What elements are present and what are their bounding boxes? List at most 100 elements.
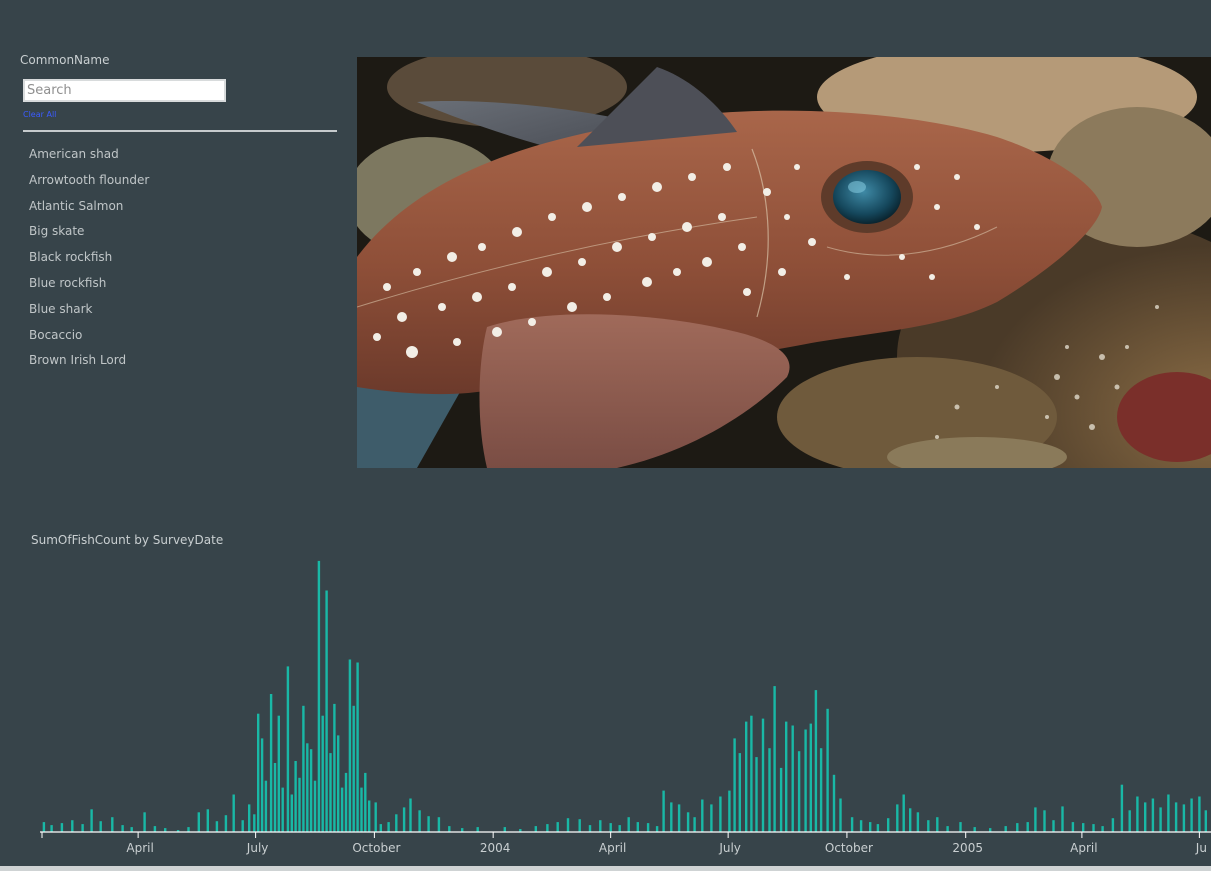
bar[interactable] [379,824,382,832]
bar[interactable] [1120,784,1124,832]
bar[interactable] [294,761,297,832]
bar[interactable] [409,798,412,833]
list-item[interactable]: American shad [29,145,149,171]
bar[interactable] [745,721,748,832]
bar[interactable] [1101,826,1104,832]
bar[interactable] [869,822,872,832]
list-item[interactable]: Brown Irish Lord [29,351,149,377]
bar[interactable] [1016,823,1019,832]
bar[interactable] [224,815,228,832]
bar[interactable] [814,690,818,832]
list-item[interactable]: Blue rockfish [29,274,149,300]
bar[interactable] [761,718,765,832]
bar[interactable] [1111,818,1115,832]
bar[interactable] [340,787,344,832]
bar[interactable] [662,790,665,832]
bar[interactable] [344,772,348,832]
bar[interactable] [785,721,788,832]
bar[interactable] [1159,807,1162,832]
bar[interactable] [503,827,506,832]
bar[interactable] [1128,810,1131,832]
bar[interactable] [599,820,602,832]
bar[interactable] [738,753,741,832]
list-item[interactable]: Bocaccio [29,326,149,352]
bar[interactable] [368,800,371,833]
bar[interactable] [71,820,74,832]
bar[interactable] [360,787,363,832]
bar[interactable] [418,810,421,832]
bar[interactable] [337,735,340,832]
bar[interactable] [710,804,713,832]
list-item[interactable]: Black rockfish [29,248,149,274]
bar[interactable] [448,826,451,832]
bar[interactable] [768,748,771,832]
bar[interactable] [309,749,313,832]
bar[interactable] [832,774,836,832]
bar[interactable] [826,708,829,832]
bar[interactable] [313,780,317,832]
bar[interactable] [578,819,581,832]
bar[interactable] [437,817,441,832]
bar[interactable] [646,823,650,832]
bar[interactable] [121,825,124,832]
bar[interactable] [333,703,336,832]
bar[interactable] [556,822,559,832]
bar[interactable] [264,780,268,832]
bar[interactable] [1043,810,1046,832]
bar[interactable] [153,826,157,832]
bar[interactable] [1026,822,1029,832]
bar[interactable] [779,767,783,832]
bar[interactable] [850,817,854,832]
bar[interactable] [277,715,280,832]
bar[interactable] [1198,796,1201,833]
bar[interactable] [248,804,251,832]
bar[interactable] [387,822,390,832]
bar[interactable] [241,820,244,832]
bar[interactable] [677,804,681,832]
bar[interactable] [701,799,704,833]
bar[interactable] [686,812,690,832]
bar[interactable] [670,802,673,832]
bar[interactable] [1136,796,1139,833]
bar[interactable] [728,790,731,832]
bar[interactable] [352,705,355,832]
bar[interactable] [206,809,209,832]
bar[interactable] [286,666,290,832]
bar[interactable] [269,694,273,832]
bar[interactable] [374,802,377,832]
bar[interactable] [302,705,305,832]
bar[interactable] [402,807,406,832]
bar[interactable] [1061,806,1064,832]
bar[interactable] [81,824,84,832]
bar[interactable] [356,662,359,833]
bar[interactable] [909,808,912,832]
list-item[interactable]: Blue shark [29,300,149,326]
bar[interactable] [1071,822,1075,832]
bar[interactable] [111,817,114,832]
bar[interactable] [60,823,64,832]
bar[interactable] [946,826,949,832]
clear-all-link[interactable]: Clear All [23,110,56,119]
bar[interactable] [773,686,776,832]
bar[interactable] [1144,802,1147,832]
bar[interactable] [566,818,570,832]
bar[interactable] [693,817,696,832]
bar[interactable] [588,825,592,832]
list-item[interactable]: Big skate [29,222,149,248]
bar[interactable] [797,751,801,832]
bar[interactable] [609,823,612,832]
bar[interactable] [90,809,93,832]
bar[interactable] [42,822,46,832]
bar[interactable] [534,826,537,832]
bar[interactable] [959,822,962,832]
bar[interactable] [476,827,479,832]
bar[interactable] [1174,802,1178,832]
bar[interactable] [1167,794,1170,833]
bar[interactable] [636,822,639,832]
bar[interactable] [257,713,260,832]
bar[interactable] [260,738,264,832]
bar[interactable] [1151,798,1155,833]
bar[interactable] [1004,826,1007,832]
bar[interactable] [819,748,823,832]
bar[interactable] [809,723,812,832]
